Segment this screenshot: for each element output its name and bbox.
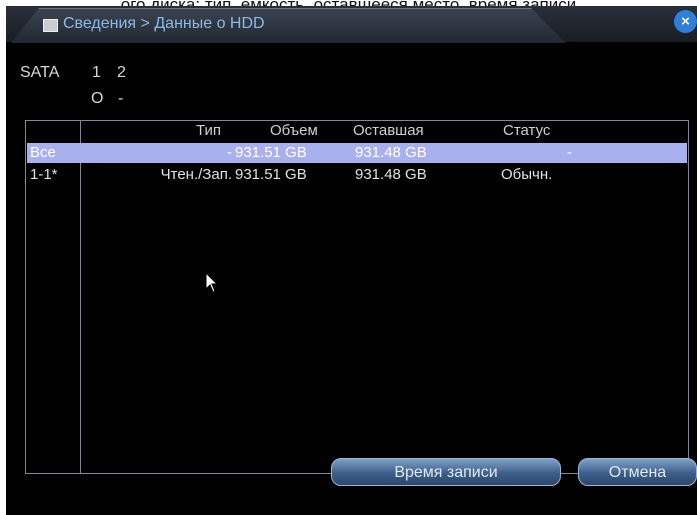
hdd-info-window: Сведения > Данные о HDD × SATA 1 2 O - Т… [6, 6, 697, 515]
sata-port-1: 1 [92, 64, 101, 81]
sata-label: SATA [20, 64, 60, 81]
title-tab: Сведения > Данные о HDD [11, 8, 566, 43]
hdd-table: Тип Объем Оставшая Статус Все - 931.51 G… [25, 120, 689, 474]
table-row[interactable]: Все - 931.51 GB 931.48 GB - [27, 143, 687, 163]
record-time-button[interactable]: Время записи [331, 458, 561, 486]
row-name: 1-1* [30, 166, 58, 183]
cancel-button[interactable]: Отмена [578, 458, 697, 486]
header-type: Тип [196, 122, 222, 139]
row-status: - [567, 144, 572, 161]
mouse-pointer-icon [205, 272, 219, 293]
row-name: Все [30, 144, 56, 161]
header-remaining: Оставшая [353, 122, 424, 139]
sata-status-1: O [91, 90, 104, 107]
row-remaining: 931.48 GB [355, 166, 427, 183]
info-icon [43, 19, 58, 32]
row-remaining: 931.48 GB [355, 144, 427, 161]
header-status: Статус [503, 122, 551, 139]
row-status: Обычн. [501, 166, 553, 183]
row-type: - [227, 144, 232, 161]
header-capacity: Объем [270, 122, 318, 139]
titlebar: Сведения > Данные о HDD × [6, 6, 697, 43]
table-row[interactable]: 1-1* Чтен./Зап. 931.51 GB 931.48 GB Обыч… [27, 165, 687, 185]
sata-status-2: - [118, 90, 124, 107]
close-icon[interactable]: × [674, 10, 697, 33]
window-title: Сведения > Данные о HDD [63, 15, 265, 32]
row-capacity: 931.51 GB [235, 144, 307, 161]
window-bottom [6, 496, 697, 515]
sata-port-2: 2 [117, 64, 126, 81]
row-type: Чтен./Зап. [160, 166, 232, 183]
row-capacity: 931.51 GB [235, 166, 307, 183]
